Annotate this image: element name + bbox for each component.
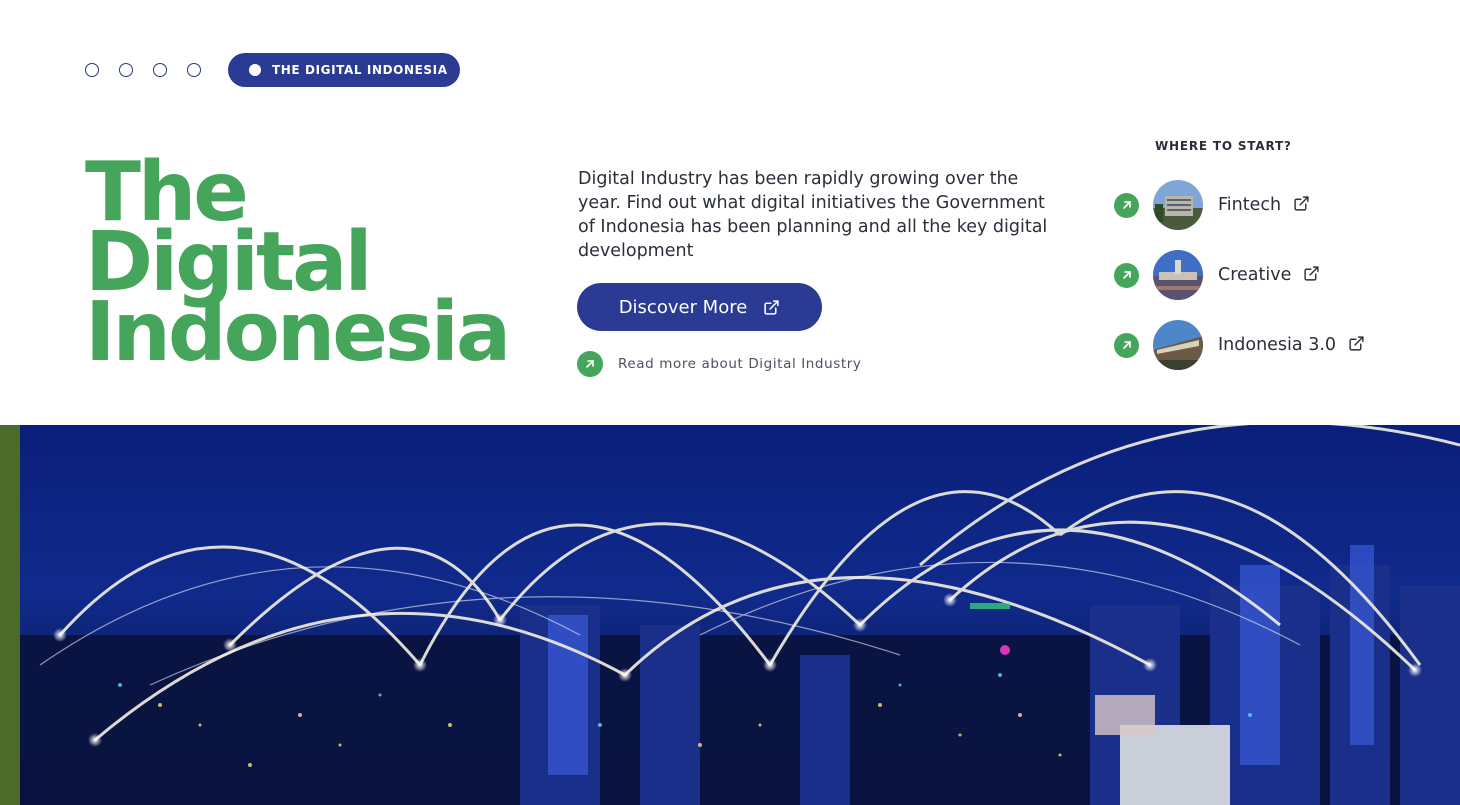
where-to-start-heading: WHERE TO START? bbox=[1155, 139, 1292, 153]
start-item-fintech[interactable]: Fintech bbox=[1114, 180, 1365, 230]
slider-active-tab[interactable]: THE DIGITAL INDONESIA bbox=[228, 53, 460, 87]
slider-navigation: THE DIGITAL INDONESIA bbox=[85, 53, 460, 87]
external-link-icon bbox=[1348, 335, 1365, 356]
arrow-up-right-icon bbox=[1114, 262, 1139, 288]
start-item-creative[interactable]: Creative bbox=[1114, 250, 1365, 300]
fintech-thumbnail bbox=[1153, 180, 1203, 230]
hero-title: The Digital Indonesia bbox=[85, 152, 545, 380]
read-more-label: Read more about Digital Industry bbox=[618, 356, 862, 372]
start-item-indonesia-3[interactable]: Indonesia 3.0 bbox=[1114, 320, 1365, 370]
arrow-up-right-icon bbox=[1114, 192, 1139, 218]
slider-dot-1[interactable] bbox=[85, 63, 99, 77]
hero-description: Digital Industry has been rapidly growin… bbox=[578, 169, 1048, 261]
start-item-label: Indonesia 3.0 bbox=[1218, 335, 1337, 355]
arrow-up-right-icon bbox=[577, 351, 603, 377]
external-link-icon bbox=[1293, 195, 1310, 216]
external-link-icon bbox=[1303, 265, 1320, 286]
read-more-link[interactable]: Read more about Digital Industry bbox=[577, 351, 862, 377]
discover-more-button[interactable]: Discover More bbox=[577, 283, 822, 331]
slider-dot-4[interactable] bbox=[187, 63, 201, 77]
digital-city-banner-image bbox=[0, 425, 1460, 805]
slider-dot-2[interactable] bbox=[119, 63, 133, 77]
start-item-label: Creative bbox=[1218, 265, 1292, 285]
indonesia-3-thumbnail bbox=[1153, 320, 1203, 370]
start-item-label: Fintech bbox=[1218, 195, 1282, 215]
discover-more-label: Discover More bbox=[618, 296, 748, 318]
creative-thumbnail bbox=[1153, 250, 1203, 300]
arrow-up-right-icon bbox=[1114, 332, 1139, 358]
hero-title-line-3: Indonesia bbox=[85, 285, 511, 380]
active-dot-icon bbox=[249, 64, 261, 76]
external-link-icon bbox=[763, 299, 780, 316]
where-to-start-list: Fintech Creative Indonesia 3.0 bbox=[1114, 180, 1365, 390]
slider-dot-3[interactable] bbox=[153, 63, 167, 77]
slider-active-label: THE DIGITAL INDONESIA bbox=[272, 63, 448, 77]
